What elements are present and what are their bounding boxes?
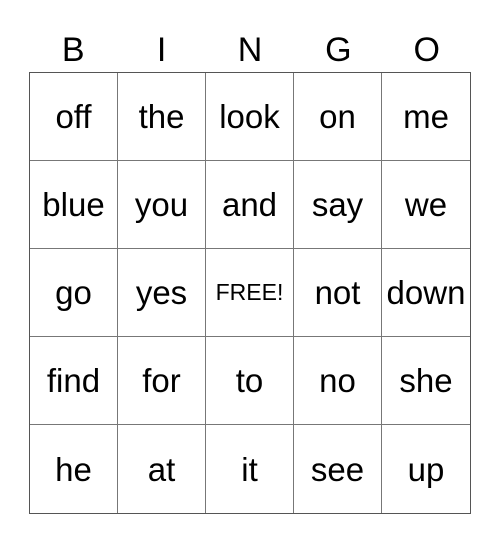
bingo-cell[interactable]: say <box>294 161 382 249</box>
bingo-cell[interactable]: on <box>294 73 382 161</box>
bingo-cell[interactable]: go <box>30 249 118 337</box>
bingo-cell[interactable]: down <box>382 249 470 337</box>
header-letter-n: N <box>237 31 263 69</box>
bingo-cell[interactable]: find <box>30 337 118 425</box>
bingo-cell[interactable]: blue <box>30 161 118 249</box>
header-letter-g: G <box>325 31 352 69</box>
bingo-cell[interactable]: to <box>206 337 294 425</box>
bingo-cell[interactable]: you <box>118 161 206 249</box>
bingo-cell[interactable]: at <box>118 425 206 513</box>
bingo-header: B I N G O <box>29 28 471 72</box>
bingo-cell[interactable]: not <box>294 249 382 337</box>
bingo-cell[interactable]: see <box>294 425 382 513</box>
bingo-cell[interactable]: he <box>30 425 118 513</box>
header-letter-b: B <box>61 31 85 69</box>
bingo-cell[interactable]: me <box>382 73 470 161</box>
header-letter-i: I <box>156 31 167 69</box>
bingo-cell[interactable]: and <box>206 161 294 249</box>
bingo-cell[interactable]: look <box>206 73 294 161</box>
bingo-cell[interactable]: it <box>206 425 294 513</box>
bingo-cell[interactable]: up <box>382 425 470 513</box>
bingo-cell[interactable]: the <box>118 73 206 161</box>
bingo-cell[interactable]: we <box>382 161 470 249</box>
free-space-cell[interactable]: FREE! <box>206 249 294 337</box>
bingo-grid: off the look on me blue you and say we g… <box>29 72 471 514</box>
bingo-cell[interactable]: she <box>382 337 470 425</box>
bingo-cell[interactable]: for <box>118 337 206 425</box>
bingo-cell[interactable]: no <box>294 337 382 425</box>
bingo-cell[interactable]: off <box>30 73 118 161</box>
header-letter-o: O <box>413 31 440 69</box>
bingo-cell[interactable]: yes <box>118 249 206 337</box>
